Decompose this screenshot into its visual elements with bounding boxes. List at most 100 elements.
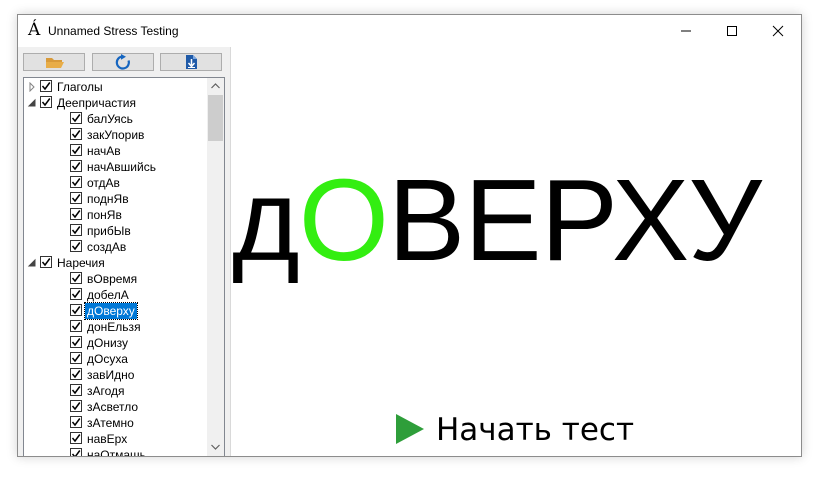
tree-item-label: Глаголы	[57, 80, 103, 94]
close-button[interactable]	[755, 15, 801, 47]
chevron-up-icon	[211, 83, 220, 89]
tree-item[interactable]: навЕрх	[24, 431, 207, 447]
export-button[interactable]	[160, 53, 222, 71]
tree-checkbox[interactable]	[70, 448, 82, 456]
tree-item[interactable]: зАгодя	[24, 383, 207, 399]
tree-checkbox[interactable]	[70, 160, 82, 172]
tree-checkbox[interactable]	[70, 304, 82, 316]
accent-a-icon: Á	[28, 20, 41, 40]
tree-item[interactable]: балУясь	[24, 111, 207, 127]
tree-item[interactable]: донЕльзя	[24, 319, 207, 335]
tree-checkbox[interactable]	[70, 432, 82, 444]
title-bar[interactable]: Á Unnamed Stress Testing	[18, 15, 801, 47]
left-panel: наОтмашь навЕрх зАтемно зАсветло зАгодя завИд…	[18, 47, 231, 456]
tree-checkbox[interactable]	[70, 368, 82, 380]
word-tree[interactable]: наОтмашь навЕрх зАтемно зАсветло зАгодя завИд…	[23, 77, 225, 457]
tree-item-label: завИдно	[87, 368, 135, 382]
tree-checkbox[interactable]	[70, 112, 82, 124]
tree-checkbox[interactable]	[40, 96, 52, 108]
open-button[interactable]	[23, 53, 85, 71]
word-prefix: д	[232, 155, 300, 285]
tree-checkbox[interactable]	[70, 336, 82, 348]
checkmark-icon	[71, 210, 81, 219]
tree-item[interactable]: зАтемно	[24, 415, 207, 431]
scroll-up-button[interactable]	[207, 78, 224, 95]
tree-item[interactable]: наОтмашь	[24, 447, 207, 457]
close-icon	[772, 25, 784, 37]
tree-item[interactable]: дОнизу	[24, 335, 207, 351]
tree-item[interactable]: прибЫв	[24, 223, 207, 239]
tree-item[interactable]: дОсуха	[24, 351, 207, 367]
word-suffix: ВЕРХУ	[387, 155, 762, 285]
tree-checkbox[interactable]	[70, 176, 82, 188]
tree-item[interactable]: зАсветло	[24, 399, 207, 415]
tree-item[interactable]: закУпорив	[24, 127, 207, 143]
tree-item[interactable]: понЯв	[24, 207, 207, 223]
tree-checkbox[interactable]	[70, 208, 82, 220]
tree-item[interactable]: начАв	[24, 143, 207, 159]
tree-item[interactable]: отдАв	[24, 175, 207, 191]
tree-item[interactable]: добелА	[24, 287, 207, 303]
tree-item[interactable]: вОвремя	[24, 271, 207, 287]
tree-checkbox[interactable]	[40, 256, 52, 268]
checkmark-icon	[71, 274, 81, 283]
checkmark-icon	[71, 402, 81, 411]
tree-item[interactable]: начАвшийсь	[24, 159, 207, 175]
checkmark-icon	[71, 322, 81, 331]
tree-scrollbar[interactable]	[207, 78, 224, 456]
tree-checkbox[interactable]	[70, 128, 82, 140]
tree-checkbox[interactable]	[70, 288, 82, 300]
tree-item-label: начАвшийсь	[87, 160, 156, 174]
checkmark-icon	[71, 370, 81, 379]
tree-item-label: зАсветло	[87, 400, 139, 414]
tree-checkbox[interactable]	[40, 80, 52, 92]
tree-item[interactable]: завИдно	[24, 367, 207, 383]
tree-item-label: зАгодя	[87, 384, 125, 398]
minimize-icon	[681, 30, 691, 32]
tree-item-label: понЯв	[87, 208, 122, 222]
tree-checkbox[interactable]	[70, 416, 82, 428]
app-window: Á Unnamed Stress Testing наОтмашь навЕрх…	[17, 14, 802, 457]
tree-item[interactable]: дОверху	[24, 302, 207, 320]
tree-checkbox[interactable]	[70, 144, 82, 156]
checkmark-icon	[71, 434, 81, 443]
checkmark-icon	[71, 130, 81, 139]
expander-collapsed-icon[interactable]	[27, 82, 37, 92]
tree-checkbox[interactable]	[70, 240, 82, 252]
window-title: Unnamed Stress Testing	[48, 24, 179, 38]
file-download-icon	[186, 55, 197, 69]
tree-item-label: дОнизу	[87, 336, 129, 350]
tree-group-node[interactable]: Деепричастия	[24, 95, 207, 111]
start-test-label: Начать тест	[436, 412, 635, 448]
checkmark-icon	[71, 226, 81, 235]
tree-group-node[interactable]: Наречия	[24, 255, 207, 271]
tree-group-node[interactable]: Глаголы	[24, 79, 207, 95]
tree-item-label: наОтмашь	[87, 448, 146, 457]
tree-checkbox[interactable]	[70, 384, 82, 396]
checkmark-icon	[71, 338, 81, 347]
tree-checkbox[interactable]	[70, 272, 82, 284]
refresh-button[interactable]	[92, 53, 154, 71]
expander-expanded-icon[interactable]	[27, 98, 37, 108]
scroll-thumb[interactable]	[208, 95, 223, 141]
checkmark-icon	[71, 242, 81, 251]
tree-checkbox[interactable]	[70, 192, 82, 204]
tree-item-label: закУпорив	[87, 128, 145, 142]
checkmark-icon	[71, 178, 81, 187]
tree-item[interactable]: создАв	[24, 239, 207, 255]
tree-checkbox[interactable]	[70, 224, 82, 236]
checkmark-icon	[71, 386, 81, 395]
tree-checkbox[interactable]	[70, 352, 82, 364]
tree-item-label: дОверху	[84, 302, 138, 320]
tree-item[interactable]: поднЯв	[24, 191, 207, 207]
expander-expanded-icon[interactable]	[27, 258, 37, 268]
maximize-button[interactable]	[709, 15, 755, 47]
tree-checkbox[interactable]	[70, 400, 82, 412]
checkmark-icon	[71, 354, 81, 363]
tree-item-label: донЕльзя	[87, 320, 141, 334]
minimize-button[interactable]	[663, 15, 709, 47]
tree-checkbox[interactable]	[70, 320, 82, 332]
tree-item-label: вОвремя	[87, 272, 138, 286]
scroll-down-button[interactable]	[207, 439, 224, 456]
checkmark-icon	[41, 258, 51, 267]
